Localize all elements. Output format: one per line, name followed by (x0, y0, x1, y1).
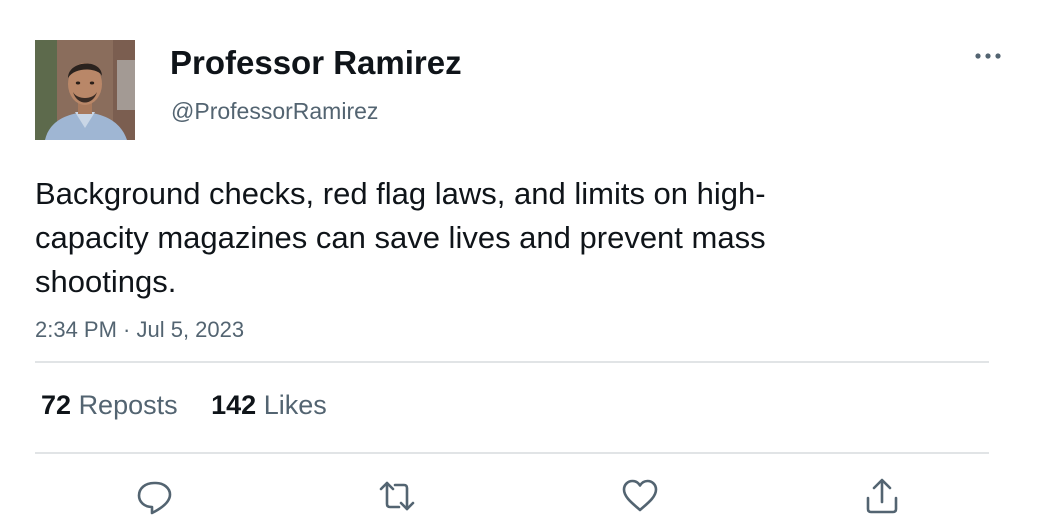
repost-button[interactable] (377, 476, 417, 516)
heart-icon (622, 479, 658, 512)
reply-button[interactable] (135, 476, 175, 516)
divider (35, 361, 989, 363)
tweet-text: Background checks, red flag laws, and li… (35, 176, 766, 299)
reposts-count: 72 (41, 390, 72, 420)
avatar-image (35, 40, 135, 140)
share-button[interactable] (862, 476, 902, 516)
like-button[interactable] (620, 476, 660, 516)
avatar[interactable] (35, 40, 135, 140)
divider (35, 452, 989, 454)
author-handle[interactable]: @ProfessorRamirez (171, 96, 378, 126)
likes-label: Likes (263, 390, 327, 420)
more-options-icon[interactable] (970, 44, 1006, 68)
repost-icon (379, 481, 415, 511)
reply-icon (137, 481, 172, 515)
likes-stat[interactable]: 142 Likes (211, 388, 327, 422)
author-display-name[interactable]: Professor Ramirez (170, 43, 462, 83)
likes-count: 142 (211, 390, 257, 420)
engagement-stats: 72 Reposts 142 Likes (41, 388, 327, 422)
reposts-stat[interactable]: 72 Reposts (41, 388, 178, 422)
reposts-label: Reposts (78, 390, 178, 420)
tweet-card: Professor Ramirez @ProfessorRamirez Back… (0, 0, 1050, 525)
tweet-timestamp[interactable]: 2:34 PM · Jul 5, 2023 (35, 315, 244, 345)
share-icon (866, 478, 898, 514)
